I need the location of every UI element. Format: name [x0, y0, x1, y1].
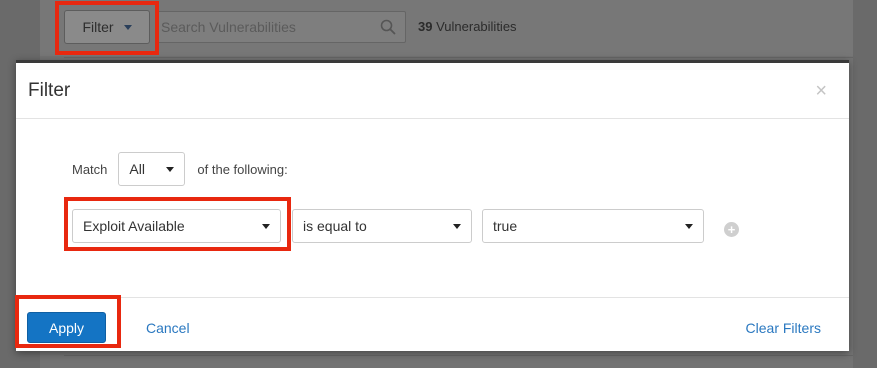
dialog-footer: Apply Cancel Clear Filters [16, 297, 849, 354]
condition-field-value: Exploit Available [83, 218, 185, 234]
add-circle-icon[interactable]: + [724, 222, 739, 237]
close-icon[interactable]: × [815, 81, 827, 101]
chevron-down-icon [685, 223, 693, 229]
apply-button[interactable]: Apply [27, 312, 106, 343]
match-suffix: of the following: [197, 161, 288, 177]
table-divider [64, 57, 853, 58]
filter-button[interactable]: Filter [64, 10, 150, 44]
vulnerability-count-label: Vulnerabilities [436, 19, 517, 34]
match-select[interactable]: All [118, 152, 186, 186]
match-label: Match [72, 161, 108, 177]
search-icon[interactable] [371, 12, 405, 42]
condition-value-select[interactable]: true [482, 209, 704, 243]
condition-operator-select[interactable]: is equal to [292, 209, 472, 243]
table-divider [64, 355, 853, 356]
clear-filters-link[interactable]: Clear Filters [746, 320, 821, 336]
search-input[interactable]: Search Vulnerabilities [156, 11, 406, 43]
match-row: Match All of the following: [72, 152, 288, 186]
condition-operator-value: is equal to [303, 218, 367, 234]
chevron-down-icon [123, 24, 132, 30]
filter-button-label: Filter [82, 19, 114, 35]
right-gutter [853, 0, 877, 368]
dialog-header: Filter × [16, 63, 849, 119]
search-placeholder: Search Vulnerabilities [161, 19, 296, 35]
condition-value-value: true [493, 218, 518, 234]
match-select-value: All [129, 161, 145, 177]
chevron-down-icon [262, 223, 270, 229]
filter-dialog: Filter × Match All of the following: Exp… [16, 60, 849, 351]
cancel-link[interactable]: Cancel [146, 320, 190, 336]
chevron-down-icon [166, 166, 175, 172]
vulnerability-count: 39 Vulnerabilities [418, 19, 517, 34]
condition-field-select[interactable]: Exploit Available [72, 209, 281, 243]
vulnerability-count-number: 39 [418, 19, 433, 34]
chevron-down-icon [453, 223, 461, 229]
dialog-title: Filter [28, 80, 71, 101]
